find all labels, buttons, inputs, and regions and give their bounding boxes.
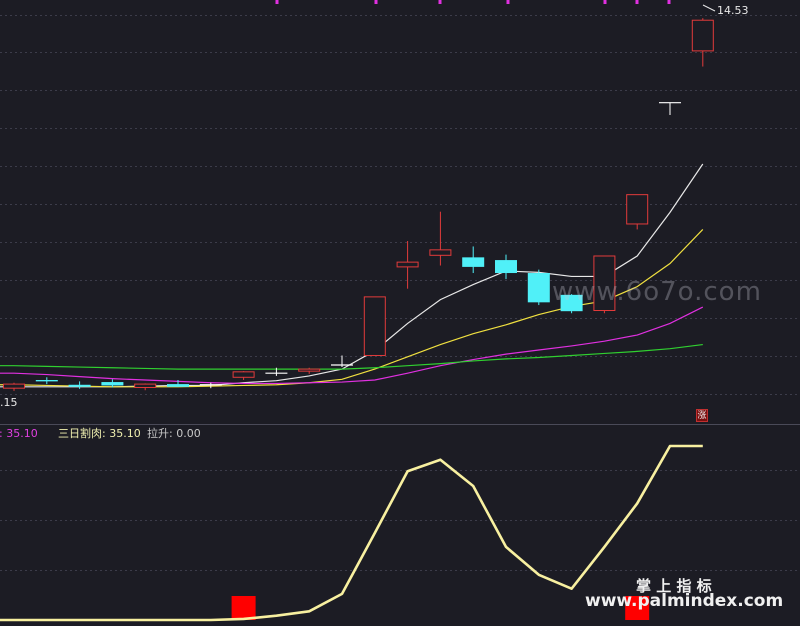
candle-body	[35, 380, 58, 382]
candle-body	[429, 249, 452, 256]
candle-body	[3, 383, 25, 389]
low-price-label: 9.15	[0, 396, 18, 409]
candle-body	[363, 296, 386, 356]
chart-background	[0, 0, 800, 626]
candle-body	[396, 261, 419, 268]
candle-body	[232, 371, 255, 378]
chart-canvas	[0, 0, 800, 626]
indicator-label-3: 拉升: 0.00	[147, 427, 201, 440]
candle-body	[101, 382, 124, 386]
candle-body	[167, 384, 189, 387]
top-marker-dot	[667, 0, 671, 4]
top-marker-dot	[438, 0, 442, 4]
limit-up-marker: 涨	[696, 409, 708, 422]
candle	[527, 269, 550, 306]
indicator-label-2: 三日割肉: 35.10	[58, 427, 141, 440]
watermark-center: www.6o7o.com	[552, 277, 762, 307]
candle-body	[626, 194, 649, 225]
top-marker-dot	[635, 0, 639, 4]
candle	[626, 194, 649, 230]
candle-body	[298, 368, 321, 372]
candle-body	[691, 19, 714, 52]
high-price-label: 14.53	[717, 4, 749, 17]
candle-body	[527, 273, 550, 303]
top-marker-dot	[374, 0, 378, 4]
watermark-corner-url: www.palmindex.com	[585, 591, 784, 611]
candle	[363, 296, 386, 356]
candle-body	[134, 383, 157, 389]
candle-body	[495, 260, 517, 274]
candle-body	[462, 257, 485, 267]
top-marker-dot	[603, 0, 607, 4]
signal-marker	[231, 596, 256, 620]
top-marker-dot	[506, 0, 510, 4]
top-marker-dot	[275, 0, 279, 4]
candle-body	[68, 384, 91, 387]
indicator-label-1: 货: 35.10	[0, 427, 38, 440]
